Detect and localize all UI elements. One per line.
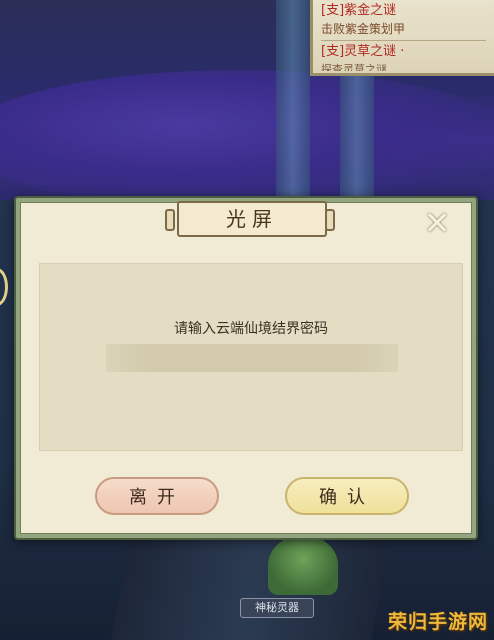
dialog-paper: 光屏 ✕ 请输入云端仙境结界密码 离开 确认 [20, 201, 472, 534]
close-icon[interactable]: ✕ [421, 207, 453, 239]
plant-decoration [268, 535, 338, 595]
quest-divider [321, 40, 486, 41]
watermark-logo: 荣归手游网 [387, 611, 488, 633]
password-prompt: 请输入云端仙境结界密码 [174, 321, 328, 337]
leave-button-label: 离开 [129, 487, 185, 508]
quest-tracker[interactable]: [支]紫金之谜 击败紫金策划甲 [支]灵草之谜 · 探查灵草之谜 [310, 0, 494, 76]
password-input[interactable] [106, 344, 398, 372]
quest-objective: 击败紫金策划甲 [321, 22, 406, 36]
quest-title[interactable]: [支]紫金之谜 [321, 2, 486, 20]
title-plaque-cap [165, 209, 175, 231]
quest-objective: 探查灵草之谜 [321, 63, 387, 71]
dialog-content: 请输入云端仙境结界密码 [39, 263, 463, 451]
dialog-title: 光屏 [177, 201, 327, 237]
background-swirl [0, 70, 494, 210]
floor-path [111, 540, 389, 640]
confirm-button[interactable]: 确认 [285, 477, 409, 515]
title-plaque-cap [325, 209, 335, 231]
item-name-label[interactable]: 神秘灵器 [240, 598, 314, 618]
quest-title[interactable]: [支]灵草之谜 · [321, 43, 486, 61]
confirm-button-label: 确认 [319, 487, 375, 508]
background-pillar [276, 0, 310, 200]
password-dialog: 光屏 ✕ 请输入云端仙境结界密码 离开 确认 [14, 196, 478, 540]
leave-button[interactable]: 离开 [95, 477, 219, 515]
